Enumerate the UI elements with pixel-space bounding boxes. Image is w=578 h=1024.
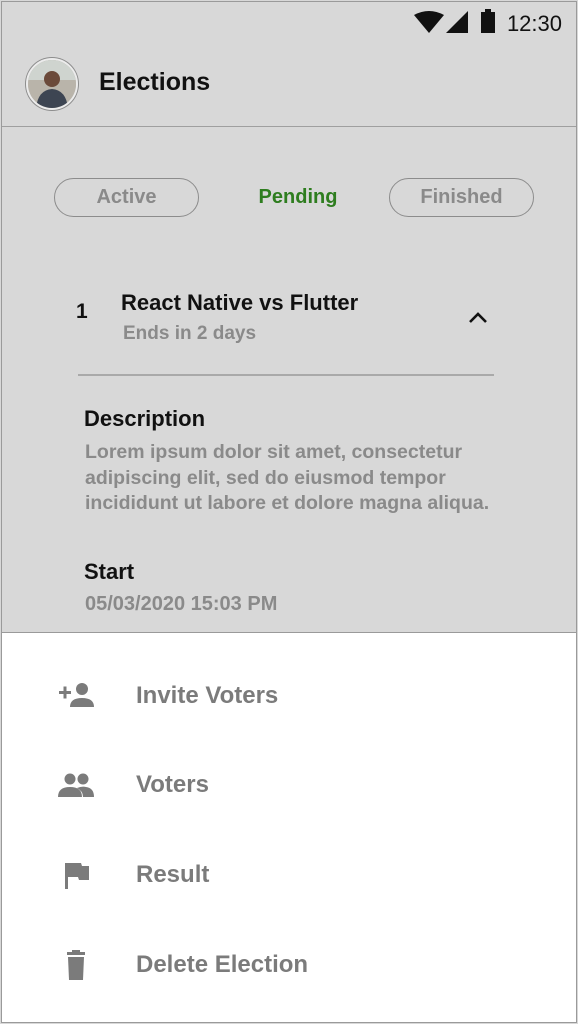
election-subtitle: Ends in 2 days (123, 323, 257, 344)
tab-active[interactable]: Active (54, 178, 199, 217)
menu-label-result: Result (136, 861, 210, 888)
description-text: Lorem ipsum dolor sit amet, consectetur … (85, 441, 490, 514)
avatar[interactable] (26, 58, 78, 110)
menu-label-voters: Voters (136, 771, 209, 798)
signal-icon (446, 11, 468, 33)
menu-item-result[interactable]: Result (2, 835, 576, 915)
divider (78, 374, 494, 376)
status-time: 12:30 (506, 11, 562, 36)
menu-item-invite-voters[interactable]: Invite Voters (2, 656, 576, 736)
election-number: 1 (76, 300, 88, 323)
menu-item-voters[interactable]: Voters (2, 745, 576, 825)
start-label: Start (84, 559, 135, 584)
election-title: React Native vs Flutter (121, 290, 359, 315)
start-value: 05/03/2020 15:03 PM (85, 593, 278, 615)
menu-label-invite-voters: Invite Voters (136, 682, 279, 709)
description-label: Description (84, 406, 206, 431)
menu-label-delete-election: Delete Election (136, 951, 309, 978)
app-bar: Elections (2, 40, 576, 127)
battery-icon (481, 9, 495, 33)
app-screen: 12:30 Elections Active Pending Finished … (1, 1, 577, 1023)
flag-icon (65, 863, 89, 889)
tab-finished[interactable]: Finished (389, 178, 534, 217)
trash-icon (67, 950, 85, 980)
people-icon (58, 773, 94, 797)
status-bar: 12:30 (2, 2, 576, 40)
tab-pending[interactable]: Pending (228, 178, 368, 217)
person-add-icon (59, 683, 94, 707)
chevron-up-icon[interactable] (468, 310, 488, 324)
menu-item-delete-election[interactable]: Delete Election (2, 925, 576, 1005)
bottom-sheet: Invite Voters Voters Result Delete Elect… (2, 632, 576, 1022)
page-title: Elections (99, 68, 211, 96)
wifi-icon (414, 11, 444, 33)
